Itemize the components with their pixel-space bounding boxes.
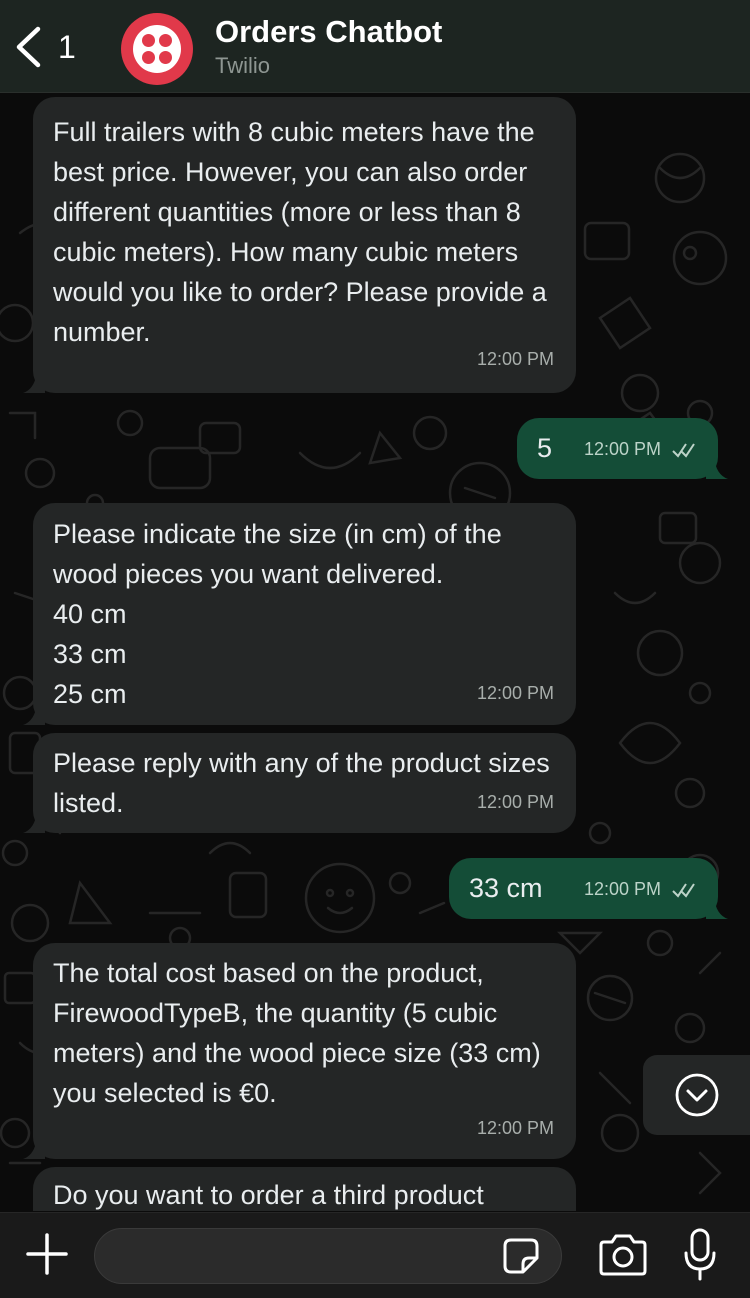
message-input[interactable] [113, 1229, 497, 1285]
outgoing-message[interactable]: 5 12:00 PM [517, 418, 728, 479]
unread-count: 1 [58, 28, 76, 65]
message-time: 12:00 PM [583, 439, 661, 459]
double-check-icon [672, 883, 695, 898]
scroll-to-bottom-button[interactable] [643, 1055, 750, 1135]
incoming-message[interactable]: Do you want to order a third product [33, 1167, 576, 1211]
microphone-icon[interactable] [682, 1227, 718, 1283]
incoming-message[interactable]: Please indicate the size (in cm) of the … [23, 503, 576, 725]
bubble-tail [706, 457, 728, 479]
chat-subtitle: Twilio [215, 53, 271, 78]
plus-icon[interactable] [24, 1231, 70, 1277]
message-time-row: 12:00 PM [584, 429, 698, 469]
chat-title[interactable]: Orders Chatbot [215, 14, 442, 50]
twilio-logo-icon [133, 25, 181, 73]
bubble-tail [23, 811, 45, 833]
chevron-left-icon [16, 26, 41, 68]
avatar[interactable] [121, 13, 193, 85]
message-list[interactable]: Full trailers with 8 cubic meters have t… [0, 93, 750, 1211]
message-text: The total cost based on the product, Fir… [53, 958, 541, 1108]
bubble-tail [706, 897, 728, 919]
incoming-message[interactable]: Full trailers with 8 cubic meters have t… [23, 97, 576, 393]
camera-icon[interactable] [597, 1233, 649, 1277]
message-time: 12:00 PM [476, 1118, 554, 1138]
message-input-container[interactable] [94, 1228, 562, 1285]
message-text: Do you want to order a third product [53, 1180, 484, 1210]
double-check-icon [672, 443, 695, 458]
bubble-tail [23, 703, 45, 725]
composer-bar [0, 1212, 750, 1298]
outgoing-message[interactable]: 33 cm 12:00 PM [449, 858, 728, 919]
message-time: 12:00 PM [476, 349, 554, 369]
message-time-row: 12:00 PM [584, 869, 698, 909]
message-time: 12:00 PM [476, 683, 554, 703]
sticker-icon[interactable] [501, 1236, 541, 1276]
message-text: Full trailers with 8 cubic meters have t… [53, 117, 547, 347]
back-button[interactable]: 1 [14, 24, 94, 70]
incoming-message[interactable]: Please reply with any of the product siz… [23, 733, 576, 833]
chat-header: 1 Orders Chatbot Twilio [0, 0, 750, 93]
chevron-down-circle-icon [675, 1073, 718, 1117]
bubble-tail [23, 371, 45, 393]
message-time: 12:00 PM [583, 879, 661, 899]
message-time: 12:00 PM [476, 792, 554, 812]
incoming-message[interactable]: The total cost based on the product, Fir… [23, 943, 576, 1159]
bubble-tail [23, 1137, 45, 1159]
